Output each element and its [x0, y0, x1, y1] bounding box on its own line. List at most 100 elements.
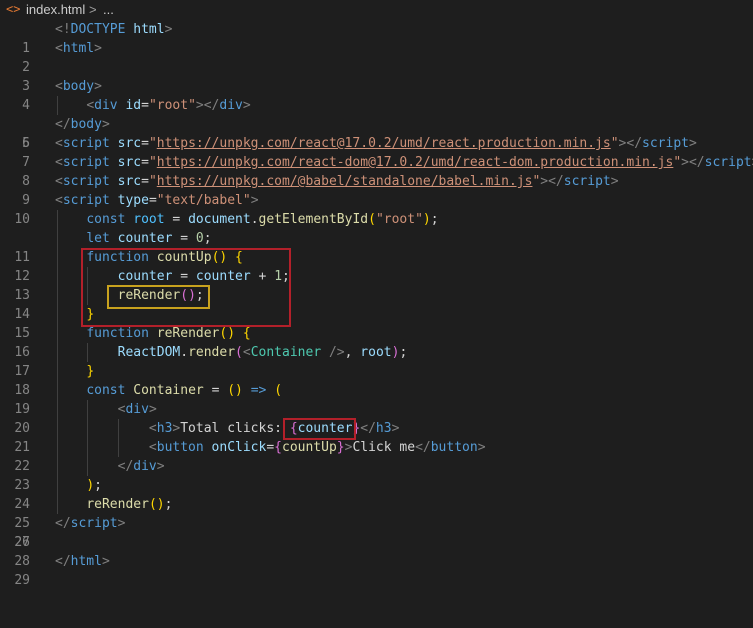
html-file-icon: <> [6, 2, 21, 16]
token: script [704, 155, 752, 170]
token: script [62, 193, 110, 208]
token: script [70, 516, 118, 531]
code-content: <script src="https://unpkg.com/@babel/st… [55, 174, 619, 189]
breadcrumb-file[interactable]: index.html [26, 0, 85, 19]
token: src [117, 174, 142, 189]
token: html [133, 22, 165, 37]
code-content: </div> [117, 459, 165, 474]
code-content: ReactDOM.render(<Container />, root); [117, 345, 408, 360]
token: script [62, 136, 110, 151]
token: render [188, 345, 236, 360]
token: document [188, 212, 251, 227]
code-content: <button onClick={countUp}>Click me</butt… [148, 440, 486, 455]
breadcrumb-separator-icon: > [89, 2, 97, 17]
code-line: 1 <!DOCTYPE html> [0, 20, 753, 56]
code-line: 25 ); [0, 476, 753, 531]
token: let [86, 231, 110, 246]
link[interactable]: https://unpkg.com/react-dom@17.0.2/umd/r… [157, 155, 674, 170]
token: > [164, 22, 173, 37]
token: body [62, 79, 95, 94]
code-content: <script type="text/babel"> [55, 193, 259, 208]
token: countUp [282, 440, 337, 455]
code-line: 22 <h3>Total clicks: {counter}</h3> [0, 419, 753, 474]
token: src [117, 155, 142, 170]
token: type [117, 193, 149, 208]
code-line: 2 <html> [0, 39, 753, 75]
code-line: 11 const root = document.getElementById(… [0, 210, 753, 265]
token: h3 [156, 421, 173, 436]
breadcrumb: <> index.html > ... [0, 0, 753, 19]
token: html [70, 554, 102, 569]
token: div [94, 98, 118, 113]
token: "text/babel" [156, 193, 251, 208]
code-line: 21 <div> [0, 400, 753, 455]
code-line: 27 </script> [0, 514, 753, 550]
token: const [86, 212, 126, 227]
code-line: 7 <script src="https://unpkg.com/react@1… [0, 134, 753, 170]
token: script [642, 136, 689, 151]
token: DOCTYPE [70, 22, 126, 37]
code-content: <html> [55, 41, 102, 56]
token: function [86, 326, 149, 341]
token: h3 [375, 421, 392, 436]
code-line: 8 <script src="https://unpkg.com/react-d… [0, 153, 753, 189]
code-line: 12 let counter = 0; [0, 229, 753, 284]
code-line: 19 } [0, 362, 753, 417]
token: root [133, 212, 165, 227]
token: div [133, 459, 157, 474]
token: 0 [195, 231, 204, 246]
token: "root" [148, 98, 196, 113]
code-line: 3 [0, 58, 753, 94]
code-line: 4 <body> [0, 77, 753, 113]
code-content: const root = document.getElementById("ro… [86, 212, 439, 227]
code-line: 18 ReactDOM.render(<Container />, root); [0, 343, 753, 398]
token: Click me [352, 440, 416, 455]
code-line: 23 <button onClick={countUp}>Click me</b… [0, 438, 753, 493]
code-content: let counter = 0; [86, 231, 212, 246]
token: onClick [211, 440, 267, 455]
token: counter [117, 231, 173, 246]
code-line: 26 reRender(); [0, 495, 753, 550]
link[interactable]: https://unpkg.com/react@17.0.2/umd/react… [157, 136, 611, 151]
code-line: 24 </div> [0, 457, 753, 512]
code-content: reRender(); [86, 497, 173, 512]
code-content: <div id="root"></div> [86, 98, 251, 113]
token: id [125, 98, 142, 113]
token: script [62, 174, 110, 189]
line-number: 29 [14, 573, 30, 588]
code-line: 29 </html> [0, 552, 753, 588]
code-content: const Container = () => ( [86, 383, 283, 398]
token: reRender [86, 497, 149, 512]
counter-expression-highlight [283, 418, 356, 440]
code-content: </html> [55, 554, 110, 569]
token: div [219, 98, 243, 113]
rerender-call-highlight [107, 285, 210, 309]
breadcrumb-more[interactable]: ... [103, 0, 114, 19]
token: Container [133, 383, 204, 398]
code-content: <div> [117, 402, 157, 417]
code-line: 5 <div id="root"></div> [0, 96, 753, 151]
token: Total clicks: [180, 421, 290, 436]
code-line: 20 const Container = () => ( [0, 381, 753, 436]
code-content: } [86, 364, 95, 379]
code-line: 10 <script type="text/babel"> [0, 191, 753, 227]
token: button [430, 440, 478, 455]
link[interactable]: https://unpkg.com/@babel/standalone/babe… [157, 174, 533, 189]
code-content: <body> [55, 79, 102, 94]
token: div [125, 402, 149, 417]
code-content: </script> [55, 516, 126, 531]
token: root [360, 345, 392, 360]
token: const [86, 383, 126, 398]
code-line: 9 <script src="https://unpkg.com/@babel/… [0, 172, 753, 208]
code-content: <script src="https://unpkg.com/react-dom… [55, 155, 753, 170]
token: src [117, 136, 142, 151]
token: ReactDOM [117, 345, 181, 360]
code-content: ); [86, 478, 102, 493]
token: getElementById [258, 212, 369, 227]
token: <! [55, 22, 71, 37]
token: script [62, 155, 110, 170]
code-line: 28 [0, 533, 753, 569]
code-line: 6 </body> [0, 115, 753, 151]
token: Container [250, 345, 322, 360]
token: html [62, 41, 95, 56]
